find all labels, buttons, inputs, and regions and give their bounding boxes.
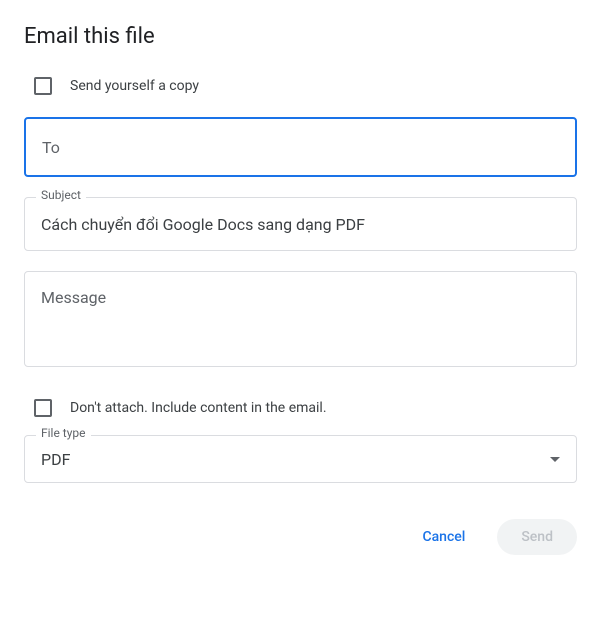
chevron-down-icon (550, 457, 560, 462)
file-type-legend: File type (36, 426, 91, 440)
subject-legend: Subject (36, 188, 86, 202)
to-input[interactable] (24, 117, 577, 177)
file-type-value: PDF (41, 450, 70, 469)
subject-input[interactable] (24, 197, 577, 251)
send-yourself-label: Send yourself a copy (70, 78, 199, 94)
to-field-group (24, 117, 577, 177)
cancel-button[interactable]: Cancel (398, 519, 489, 555)
email-file-dialog: Email this file Send yourself a copy Sub… (24, 24, 577, 555)
dialog-actions: Cancel Send (24, 519, 577, 555)
file-type-group: File type PDF (24, 435, 577, 483)
file-type-select[interactable]: PDF (24, 435, 577, 483)
dialog-title: Email this file (24, 24, 577, 49)
dont-attach-label: Don't attach. Include content in the ema… (70, 400, 327, 416)
send-yourself-checkbox[interactable] (34, 77, 52, 95)
message-input[interactable] (24, 271, 577, 367)
dont-attach-checkbox[interactable] (34, 399, 52, 417)
send-yourself-row[interactable]: Send yourself a copy (34, 77, 577, 95)
dont-attach-row[interactable]: Don't attach. Include content in the ema… (34, 399, 577, 417)
message-field-group (24, 271, 577, 371)
send-button[interactable]: Send (497, 519, 577, 555)
subject-field-group: Subject (24, 197, 577, 251)
